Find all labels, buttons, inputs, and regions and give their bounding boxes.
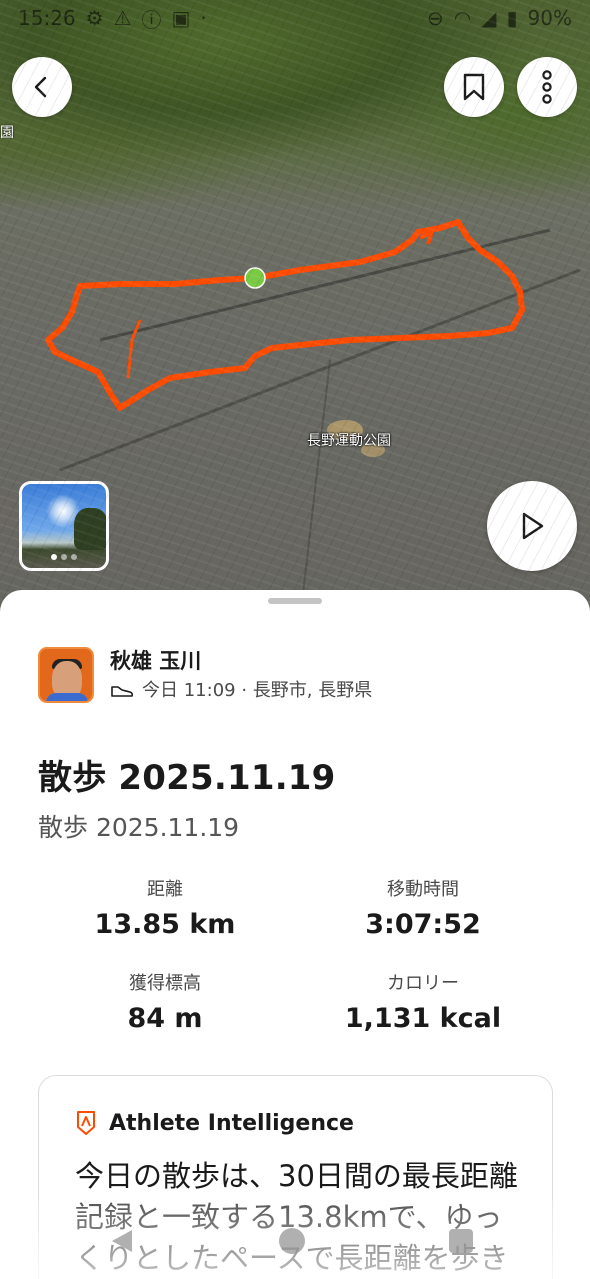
activity-title: 散歩 2025.11.19	[38, 758, 336, 798]
stat-distance: 距離 13.85 km	[35, 878, 295, 943]
chevron-left-icon	[34, 76, 47, 98]
ai-header: Athlete Intelligence	[75, 1110, 354, 1136]
avatar[interactable]	[38, 647, 94, 703]
stat-value: 84 m	[127, 1003, 203, 1034]
settings-icon: ⚙	[85, 6, 104, 30]
athlete-name[interactable]: 秋雄 玉川	[110, 646, 372, 676]
wifi-icon: ◠	[453, 6, 472, 30]
road-line	[299, 359, 331, 620]
more-button[interactable]	[517, 57, 577, 117]
signal-icon: ◢	[481, 6, 497, 30]
play-icon	[522, 512, 544, 540]
stat-label: 距離	[147, 879, 183, 900]
start-marker[interactable]	[244, 267, 266, 289]
status-left: 15:26 ⚙ ⚠ ⓘ ▣ ·	[18, 4, 207, 33]
activity-map[interactable]: 園 長野運動公園 15:26 ⚙ ⚠ ⓘ ▣ · ⊖ ◠ ◢ ▮ 90%	[0, 0, 590, 620]
athlete-intelligence-icon	[77, 1111, 95, 1135]
stat-label: カロリー	[387, 973, 459, 994]
route-detour	[126, 319, 142, 379]
dot-icon: ·	[200, 6, 207, 30]
photo-dot	[61, 554, 67, 560]
stat-value: 3:07:52	[365, 909, 481, 940]
photo-dot	[71, 554, 77, 560]
status-bar: 15:26 ⚙ ⚠ ⓘ ▣ · ⊖ ◠ ◢ ▮ 90%	[0, 0, 590, 36]
map-label-edge: 園	[0, 125, 14, 141]
nav-back-icon[interactable]	[110, 1228, 134, 1254]
photo-tree	[74, 508, 106, 550]
sheet-drag-handle[interactable]	[268, 598, 322, 604]
play-flyover-button[interactable]	[487, 481, 577, 571]
shoe-icon	[110, 683, 134, 699]
gallery-icon: ▣	[171, 6, 191, 30]
nav-recent-icon[interactable]	[449, 1229, 473, 1253]
photo-page-dots	[22, 554, 106, 560]
athlete-meta: 今日 11:09 · 長野市, 長野県	[110, 678, 372, 704]
stat-label: 獲得標高	[129, 973, 201, 994]
back-button[interactable]	[12, 57, 72, 117]
activity-description: 散歩 2025.11.19	[38, 813, 240, 842]
athlete-info: 秋雄 玉川 今日 11:09 · 長野市, 長野県	[110, 646, 372, 704]
bookmark-button[interactable]	[444, 57, 504, 117]
nav-home-icon[interactable]	[279, 1228, 305, 1254]
stat-label: 移動時間	[387, 879, 459, 900]
avatar-shirt	[46, 693, 88, 701]
stat-value: 13.85 km	[94, 909, 236, 940]
alarm-icon: ⊖	[426, 6, 444, 30]
warning-icon: ⚠	[113, 6, 132, 30]
status-right: ⊖ ◠ ◢ ▮ 90%	[427, 6, 572, 30]
bookmark-icon	[463, 73, 485, 101]
athlete-header[interactable]: 秋雄 玉川 今日 11:09 · 長野市, 長野県	[38, 646, 372, 704]
stat-moving-time: 移動時間 3:07:52	[293, 878, 553, 943]
stat-elevation-gain: 獲得標高 84 m	[35, 972, 295, 1037]
map-label-park: 長野運動公園	[307, 433, 391, 449]
status-time: 15:26	[18, 6, 76, 30]
photo-thumbnail[interactable]	[19, 481, 109, 571]
battery-icon: ▮	[506, 6, 518, 30]
system-nav-bar	[0, 1215, 590, 1269]
stat-calories: カロリー 1,131 kcal	[293, 972, 553, 1037]
ai-title: Athlete Intelligence	[109, 1110, 354, 1136]
stat-value: 1,131 kcal	[344, 1003, 502, 1034]
more-vertical-icon	[542, 70, 552, 104]
battery-level: 90%	[527, 6, 572, 30]
route-path	[45, 219, 525, 411]
photo-dot	[51, 554, 57, 560]
activity-time-location: 今日 11:09 · 長野市, 長野県	[142, 680, 373, 701]
activity-sheet: 秋雄 玉川 今日 11:09 · 長野市, 長野県 散歩 2025.11.19 …	[0, 590, 590, 1279]
info-icon: ⓘ	[141, 7, 162, 32]
